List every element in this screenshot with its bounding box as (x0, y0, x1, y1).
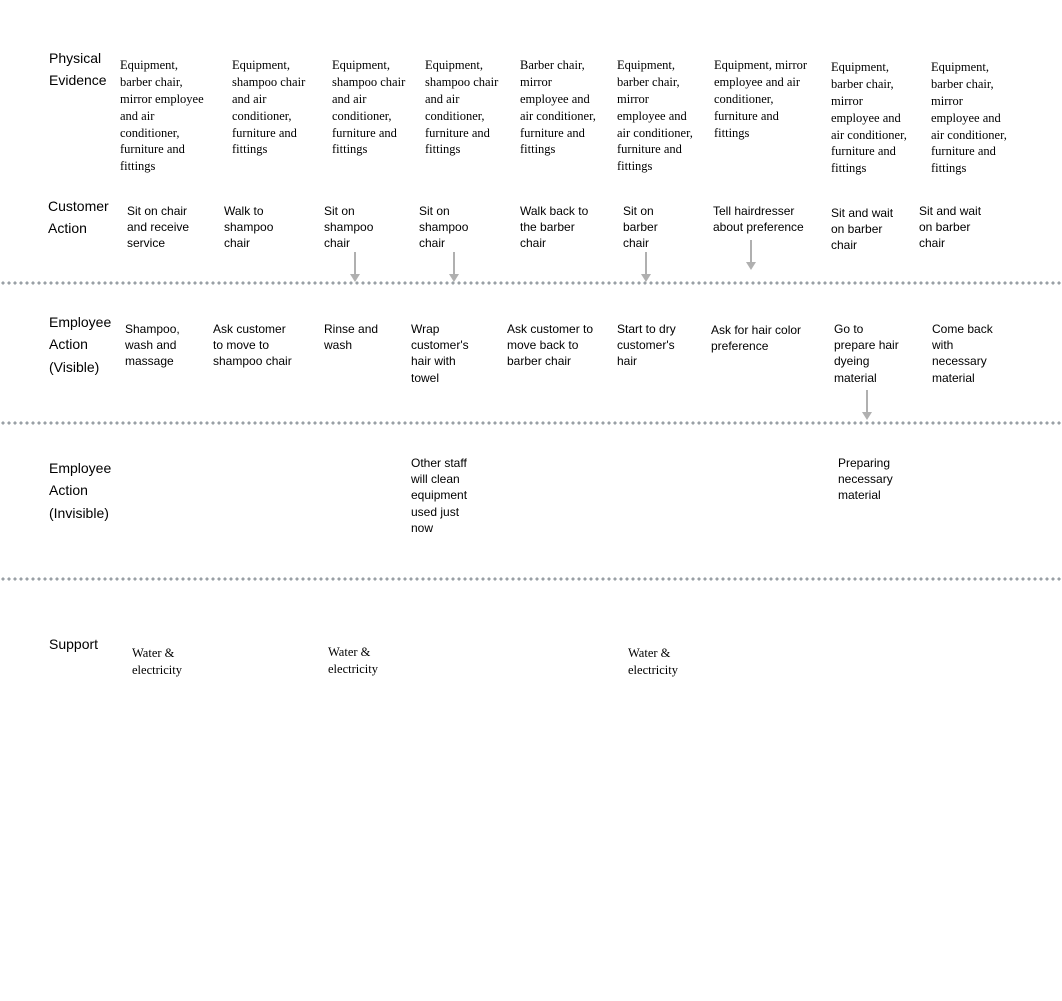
row-label-employee-invisible: Employee Action (Invisible) (49, 457, 124, 524)
pe-box-8: Equipment, barber chair, mirror employee… (929, 55, 1014, 181)
internal-line-divider (0, 576, 1062, 582)
ev-box-7: Go to prepare hair dyeing material (832, 317, 910, 390)
pe-box-1: Equipment, shampoo chair and air conditi… (230, 53, 310, 162)
ca-box-5: Sit on barber chair (621, 199, 676, 256)
ei-box-3: Other staff will clean equipment used ju… (409, 451, 481, 540)
ev-box-8: Come back with necessary material (930, 317, 1000, 390)
ca-box-1: Walk to shampoo chair (222, 199, 290, 256)
row-label-support: Support (49, 633, 109, 655)
pe-box-2: Equipment, shampoo chair and air conditi… (330, 53, 410, 162)
pe-box-5: Equipment, barber chair, mirror employee… (615, 53, 697, 179)
row-label-employee-visible: Employee Action (Visible) (49, 311, 114, 378)
support-box-2: Water & electricity (326, 640, 396, 682)
support-box-5: Water & electricity (626, 641, 696, 683)
ca-box-8: Sit and wait on barber chair (917, 199, 992, 256)
ei-box-7: Preparing necessary material (836, 451, 904, 508)
ca-box-7: Sit and wait on barber chair (829, 201, 904, 258)
ca-box-4: Walk back to the barber chair (518, 199, 598, 256)
arrow-down-icon (641, 252, 651, 284)
arrow-down-icon (746, 240, 756, 272)
arrow-down-icon (862, 390, 872, 422)
arrow-down-icon (350, 252, 360, 284)
ev-box-0: Shampoo, wash and massage (123, 317, 193, 374)
ca-box-6: Tell hairdresser about preference (711, 199, 811, 239)
pe-box-7: Equipment, barber chair, mirror employee… (829, 55, 914, 181)
ev-box-2: Rinse and wash (322, 317, 390, 357)
visibility-line-divider (0, 420, 1062, 426)
interaction-line-divider (0, 280, 1062, 286)
ca-box-3: Sit on shampoo chair (417, 199, 487, 256)
ev-box-4: Ask customer to move back to barber chai… (505, 317, 597, 374)
ca-box-2: Sit on shampoo chair (322, 199, 392, 256)
ev-box-6: Ask for hair color preference (709, 318, 809, 358)
support-box-0: Water & electricity (130, 641, 200, 683)
row-label-physical-evidence: Physical Evidence (49, 47, 109, 92)
pe-box-6: Equipment, mirror employee and air condi… (712, 53, 812, 145)
ev-box-5: Start to dry customer's hair (615, 317, 687, 374)
row-label-customer-action: Customer Action (48, 195, 113, 240)
arrow-down-icon (449, 252, 459, 284)
ca-box-0: Sit on chair and receive service (125, 199, 200, 256)
ev-box-3: Wrap customer's hair with towel (409, 317, 484, 390)
pe-box-3: Equipment, shampoo chair and air conditi… (423, 53, 503, 162)
pe-box-0: Equipment, barber chair, mirror employee… (118, 53, 208, 179)
pe-box-4: Barber chair, mirror employee and air co… (518, 53, 601, 162)
ev-box-1: Ask customer to move to shampoo chair (211, 317, 301, 374)
